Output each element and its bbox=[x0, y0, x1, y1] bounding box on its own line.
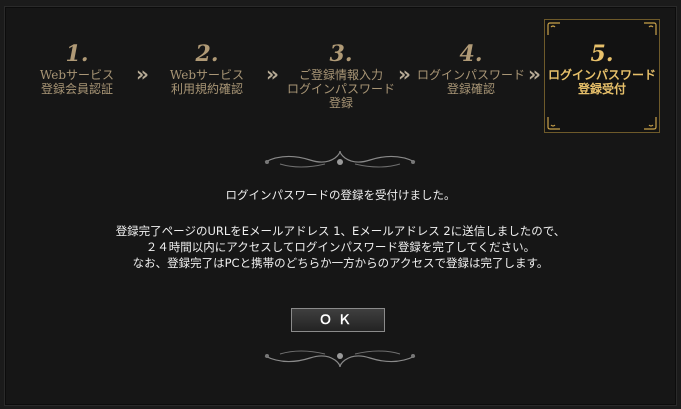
corner-ornament-icon bbox=[547, 117, 560, 130]
step-number: 4. bbox=[459, 41, 483, 67]
confirmation-message-line: 登録完了ページのURLをEメールアドレス 1、Eメールアドレス 2に送信しました… bbox=[115, 224, 566, 238]
step-number: 3. bbox=[329, 41, 353, 67]
step-number: 1. bbox=[65, 41, 89, 67]
step-label: ログインパスワード 登録受付 bbox=[547, 68, 656, 96]
step-1: 1. Webサービス 登録会員認証 bbox=[22, 40, 132, 96]
chevron-right-icon: » bbox=[136, 62, 149, 86]
step-5-active: 5. ログインパスワード 登録受付 bbox=[544, 19, 660, 133]
ok-button[interactable]: ＯＫ bbox=[291, 308, 385, 332]
corner-ornament-icon bbox=[547, 22, 560, 35]
flourish-ornament-icon bbox=[264, 350, 416, 368]
step-3: 3. ご登録情報入力 ログインパスワード 登録 bbox=[282, 40, 400, 110]
confirmation-message-title: ログインパスワードの登録を受付けました。 bbox=[225, 188, 456, 202]
step-label: Webサービス 登録会員認証 bbox=[39, 68, 115, 96]
step-label: ログインパスワード 登録確認 bbox=[416, 68, 525, 96]
step-number: 5. bbox=[590, 41, 614, 67]
step-number: 2. bbox=[195, 41, 219, 67]
step-2: 2. Webサービス 利用規約確認 bbox=[152, 40, 262, 96]
progress-steps: 1. Webサービス 登録会員認証 » 2. Webサービス 利用規約確認 » … bbox=[0, 12, 681, 137]
corner-ornament-icon bbox=[644, 22, 657, 35]
step-4: 4. ログインパスワード 登録確認 bbox=[412, 40, 530, 96]
chevron-right-icon: » bbox=[528, 62, 541, 86]
step-label: ご登録情報入力 ログインパスワード 登録 bbox=[286, 68, 395, 110]
confirmation-message-line: なお、登録完了はPCと携帯のどちらか一方からのアクセスで登録は完了します。 bbox=[132, 256, 549, 270]
confirmation-message-line: ２４時間以内にアクセスしてログインパスワード登録を完了してください。 bbox=[145, 240, 536, 254]
chevron-right-icon: » bbox=[398, 62, 411, 86]
chevron-right-icon: » bbox=[266, 62, 279, 86]
flourish-ornament-icon bbox=[264, 150, 416, 168]
corner-ornament-icon bbox=[644, 117, 657, 130]
step-label: Webサービス 利用規約確認 bbox=[169, 68, 245, 96]
